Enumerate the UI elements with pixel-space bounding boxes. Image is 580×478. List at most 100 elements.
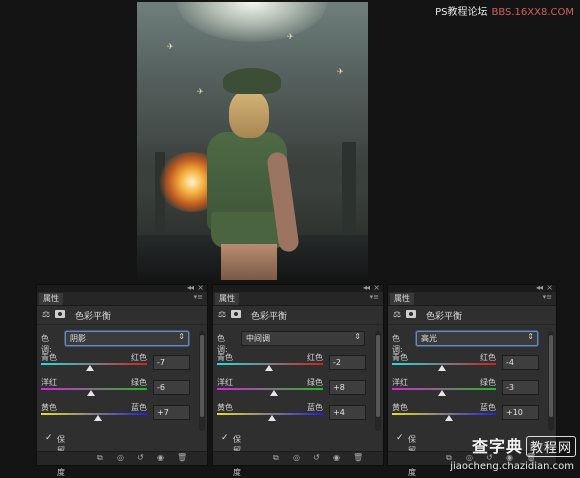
collapse-icon[interactable]: ◂◂ <box>363 283 370 292</box>
panel-menu-icon[interactable]: ▾≡ <box>370 293 379 301</box>
slider-thumb[interactable] <box>264 365 273 371</box>
tone-dropdown[interactable]: 高光 ⇕ <box>416 331 538 346</box>
checkmark-icon[interactable]: ✓ <box>396 433 404 443</box>
collapse-icon[interactable]: ◂◂ <box>536 283 543 292</box>
tab-properties[interactable]: 属性 <box>39 293 63 305</box>
slider-value-field[interactable]: +7 <box>153 405 190 420</box>
panel-menu-icon[interactable]: ▾≡ <box>194 293 203 301</box>
panel-title-strip[interactable]: ◂◂ × <box>37 283 207 292</box>
slider-left-label: 黄色 <box>217 403 233 412</box>
scrollbar-thumb[interactable] <box>549 335 553 417</box>
panel-menu-icon[interactable]: ▾≡ <box>543 293 552 301</box>
checkmark-icon[interactable]: ✓ <box>45 433 53 443</box>
tone-dropdown-value: 高光 <box>421 334 437 343</box>
visibility-icon[interactable]: ◉ <box>157 453 164 462</box>
panel-title-strip[interactable]: ◂◂ × <box>388 283 556 292</box>
adjustment-title: 色彩平衡 <box>251 312 288 322</box>
slider-thumb[interactable] <box>445 415 454 421</box>
art-soldier-cap <box>223 68 281 94</box>
slider-left-label: 青色 <box>392 353 408 362</box>
slider-value-field[interactable]: -7 <box>153 355 190 370</box>
scale-icon: ⚖ <box>393 310 402 320</box>
tone-dropdown-value: 中间调 <box>246 334 270 343</box>
panel-scrollbar[interactable] <box>548 331 554 431</box>
slider-value-field[interactable]: +8 <box>329 380 366 395</box>
slider-right-label: 红色 <box>131 353 147 362</box>
art-aircraft: ✈ <box>337 67 344 76</box>
panel-tabbar: 属性 ▾≡ <box>388 292 556 306</box>
slider-right-label: 绿色 <box>480 378 496 387</box>
mask-icon[interactable] <box>55 310 65 318</box>
dropdown-caret-icon: ⇕ <box>178 332 185 341</box>
close-icon[interactable]: × <box>546 283 553 292</box>
scrollbar-thumb[interactable] <box>376 335 380 417</box>
slider-right-label: 绿色 <box>131 378 147 387</box>
slider-value-field[interactable]: +4 <box>329 405 366 420</box>
slider-value-field[interactable]: -2 <box>329 355 366 370</box>
view-previous-icon[interactable]: ◎ <box>293 453 300 462</box>
slider-group: 黄色 蓝色 +4 <box>217 402 375 424</box>
slider-left-label: 青色 <box>217 353 233 362</box>
panel-scrollbar[interactable] <box>375 331 381 431</box>
watermark-box: 教程网 <box>525 436 576 457</box>
art-aircraft: ✈ <box>167 42 174 51</box>
tone-dropdown[interactable]: 阴影 ⇕ <box>65 331 189 346</box>
mask-icon[interactable] <box>231 310 241 318</box>
adjustment-header: ⚖ 色彩平衡 <box>213 306 383 325</box>
reset-icon[interactable]: ↺ <box>137 453 144 462</box>
watermark-top-site: BBS.16XX8.COM <box>491 7 574 18</box>
art-sky-glow <box>177 2 327 42</box>
tab-properties[interactable]: 属性 <box>215 293 239 305</box>
slider-right-label: 蓝色 <box>480 403 496 412</box>
slider-value-field[interactable]: -3 <box>502 380 539 395</box>
slider-thumb[interactable] <box>86 390 95 396</box>
close-icon[interactable]: × <box>373 283 380 292</box>
art-tower-right <box>342 142 356 237</box>
close-icon[interactable]: × <box>197 283 204 292</box>
slider-thumb[interactable] <box>86 365 95 371</box>
panel-bottom-toolbar: ⧉ ◎ ↺ ◉ 🗑 <box>213 451 383 465</box>
mask-icon[interactable] <box>406 310 416 318</box>
visibility-icon[interactable]: ◉ <box>333 453 340 462</box>
collapse-icon[interactable]: ◂◂ <box>187 283 194 292</box>
slider-group: 黄色 蓝色 +7 <box>41 402 199 424</box>
slider-value-field[interactable]: -6 <box>153 380 190 395</box>
slider-group: 洋红 绿色 +8 <box>217 377 375 399</box>
panel-scrollbar[interactable] <box>199 331 205 431</box>
watermark-brand: 查字典 <box>471 437 523 456</box>
scale-icon: ⚖ <box>42 310 51 320</box>
slider-value-field[interactable]: +10 <box>502 405 539 420</box>
adjustment-title: 色彩平衡 <box>426 312 463 322</box>
clip-icon[interactable]: ⧉ <box>273 453 279 463</box>
slider-thumb[interactable] <box>270 390 279 396</box>
adjustment-title: 色彩平衡 <box>75 312 112 322</box>
properties-panel-1: ◂◂ × 属性 ▾≡ ⚖ 色彩平衡 色调: 阴影 ⇕ 青色 红色 -7 洋红 绿色 -6 黄… <box>36 283 208 477</box>
trash-icon[interactable]: 🗑 <box>177 453 187 462</box>
trash-icon[interactable]: 🗑 <box>353 453 363 462</box>
slider-right-label: 绿色 <box>307 378 323 387</box>
panel-bottom-toolbar: ⧉ ◎ ↺ ◉ 🗑 <box>37 451 207 465</box>
reset-icon[interactable]: ↺ <box>313 453 320 462</box>
slider-value-field[interactable]: -4 <box>502 355 539 370</box>
slider-left-label: 青色 <box>41 353 57 362</box>
checkmark-icon[interactable]: ✓ <box>221 433 229 443</box>
slider-thumb[interactable] <box>438 390 447 396</box>
scrollbar-thumb[interactable] <box>200 335 204 417</box>
slider-track[interactable] <box>392 413 496 415</box>
slider-right-label: 蓝色 <box>307 403 323 412</box>
properties-panel-2: ◂◂ × 属性 ▾≡ ⚖ 色彩平衡 色调: 中间调 ⇕ 青色 红色 -2 洋红 绿色 +8… <box>212 283 384 477</box>
scale-icon: ⚖ <box>218 310 227 320</box>
dropdown-caret-icon: ⇕ <box>527 332 534 341</box>
slider-thumb[interactable] <box>93 415 102 421</box>
clip-icon[interactable]: ⧉ <box>97 453 103 463</box>
view-previous-icon[interactable]: ◎ <box>117 453 124 462</box>
panel-title-strip[interactable]: ◂◂ × <box>213 283 383 292</box>
slider-left-label: 洋红 <box>217 378 233 387</box>
slider-left-label: 洋红 <box>41 378 57 387</box>
tone-dropdown[interactable]: 中间调 ⇕ <box>241 331 365 346</box>
slider-thumb[interactable] <box>437 365 446 371</box>
tab-properties[interactable]: 属性 <box>390 293 414 305</box>
slider-thumb[interactable] <box>268 415 277 421</box>
art-soldier-legs <box>221 244 277 280</box>
slider-right-label: 红色 <box>307 353 323 362</box>
